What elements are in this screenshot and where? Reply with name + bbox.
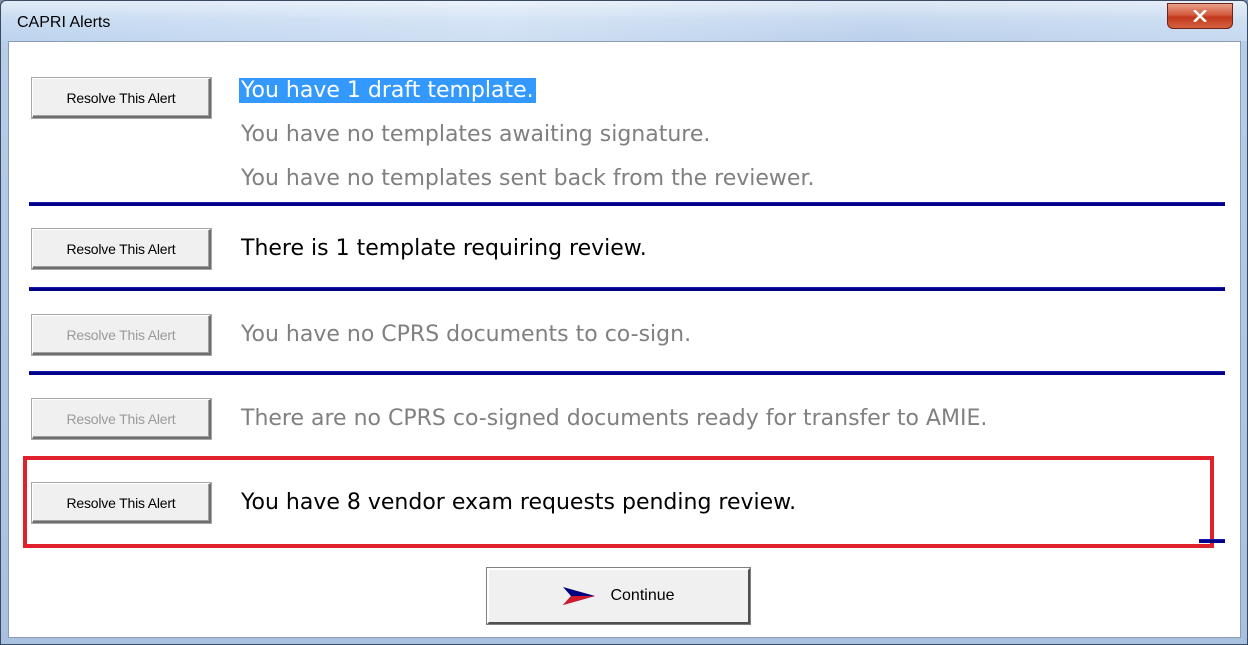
alert-amie-transfer-text: There are no CPRS co-signed documents re… [241,406,988,431]
alert-sent-back-text: You have no templates sent back from the… [241,166,815,191]
resolve-template-review-button[interactable]: Resolve This Alert [32,229,211,269]
resolve-amie-transfer-button[interactable]: Resolve This Alert [32,399,211,439]
arrow-right-icon [563,587,596,605]
close-icon [1193,10,1207,22]
window-title: CAPRI Alerts [17,14,111,31]
alert-vendor-exam-text: You have 8 vendor exam requests pending … [241,490,797,515]
resolve-cosign-button[interactable]: Resolve This Alert [32,315,211,355]
continue-button[interactable]: Continue [487,568,750,624]
resolve-draft-templates-button[interactable]: Resolve This Alert [32,78,211,118]
capri-alerts-window: CAPRI Alerts Resolve This Alert You have… [0,0,1248,645]
alert-cosign-text: You have no CPRS documents to co-sign. [241,322,692,347]
selected-alert-text: You have 1 draft template. [239,78,536,103]
alerts-panel: Resolve This Alert You have 1 draft temp… [8,41,1241,638]
alert-template-review-text: There is 1 template requiring review. [241,236,647,261]
alert-awaiting-signature-text: You have no templates awaiting signature… [241,122,711,147]
separator [1199,539,1225,543]
separator [29,202,1225,206]
alert-draft-template-text: You have 1 draft template. [239,78,536,103]
resolve-vendor-exam-button[interactable]: Resolve This Alert [32,483,211,523]
continue-label: Continue [610,587,675,604]
separator [29,371,1225,375]
separator [29,287,1225,291]
close-button[interactable] [1167,3,1233,29]
title-bar[interactable]: CAPRI Alerts [1,1,1247,41]
